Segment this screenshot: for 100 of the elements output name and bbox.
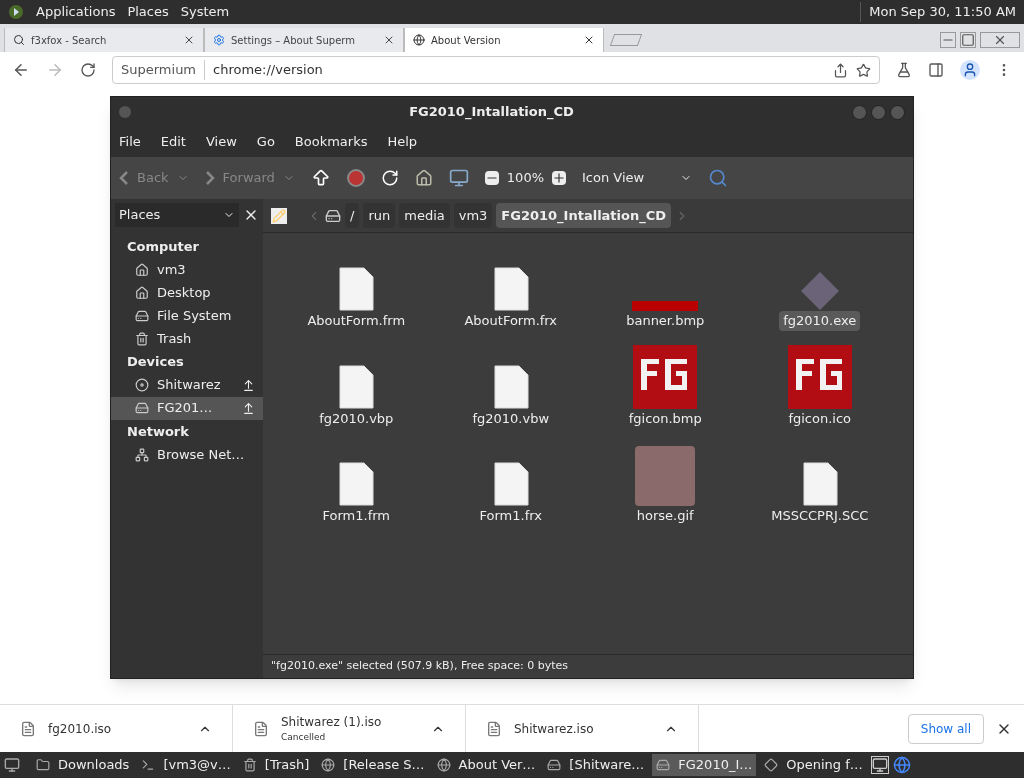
taskbar-button[interactable]: FG2010_I… — [652, 754, 757, 776]
clock: Mon Sep 30, 11:50 AM — [860, 2, 1016, 22]
file-name[interactable]: fgicon.bmp — [624, 408, 706, 428]
section-heading: Computer — [126, 237, 201, 256]
banner-thumbnail — [632, 301, 699, 311]
close-icon[interactable] — [980, 32, 1020, 48]
taskbar-button[interactable]: Opening f… — [760, 754, 867, 776]
side-panel-icon[interactable] — [928, 62, 944, 78]
share-icon[interactable] — [833, 62, 848, 78]
places-selector[interactable]: Places — [115, 203, 239, 227]
close-icon[interactable] — [383, 34, 395, 46]
file-name[interactable]: Form1.frx — [475, 506, 546, 526]
profile-icon[interactable] — [960, 60, 980, 80]
panel-menu[interactable]: Places — [127, 2, 169, 22]
place-icon — [135, 331, 149, 346]
edit-location-icon[interactable] — [271, 207, 287, 224]
place-label: Desktop — [157, 283, 212, 302]
panel-menu[interactable]: Applications — [36, 2, 116, 22]
file-name[interactable]: horse.gif — [632, 506, 698, 526]
site-name: Supermium — [121, 60, 206, 80]
home-icon[interactable] — [414, 169, 433, 187]
file-name[interactable]: MSSCCPRJ.SCC — [767, 506, 873, 526]
up-arrow-icon[interactable] — [310, 168, 331, 188]
tray-icon[interactable] — [892, 756, 911, 774]
file-name[interactable]: banner.bmp — [622, 311, 709, 331]
download-status: Cancelled — [281, 730, 327, 744]
taskbar-button[interactable]: Downloads — [32, 754, 134, 776]
taskbar-button[interactable]: About Ver… — [432, 754, 540, 776]
file-icon — [253, 720, 269, 737]
sidebar-item[interactable]: Desktop — [111, 281, 263, 304]
address-bar[interactable]: Supermium chrome://version — [112, 56, 880, 84]
menu-item[interactable]: Help — [387, 132, 418, 152]
path-button[interactable]: run — [363, 202, 396, 229]
document-icon — [338, 267, 375, 311]
task-icon — [656, 758, 671, 772]
place-icon — [135, 262, 149, 277]
file-name[interactable]: Form1.frm — [318, 506, 394, 526]
zoom-level: 100% — [506, 169, 544, 188]
path-button[interactable]: vm3 — [453, 202, 493, 229]
computer-icon[interactable] — [448, 168, 469, 188]
flask-icon[interactable] — [896, 62, 912, 78]
globe-icon — [413, 34, 425, 46]
path-button[interactable]: FG2010_Intallation_CD — [496, 202, 672, 229]
browser-tab[interactable]: Settings – About Superm — [204, 28, 404, 52]
file-name[interactable]: fg2010.vbp — [315, 408, 398, 428]
place-label: Browse Net… — [157, 445, 246, 464]
eject-icon[interactable] — [242, 378, 255, 392]
show-all-button[interactable]: Show all — [907, 713, 984, 744]
reload-icon[interactable] — [80, 62, 96, 78]
eject-icon[interactable] — [242, 401, 255, 415]
document-icon — [338, 364, 375, 409]
menu-item[interactable]: Go — [256, 132, 275, 152]
menu-item[interactable]: Bookmarks — [294, 132, 368, 152]
file-name[interactable]: fg2010.vbw — [468, 408, 554, 428]
reload-icon[interactable] — [380, 169, 399, 187]
taskbar-button[interactable]: [vm3@v… — [137, 754, 235, 776]
sidebar-item[interactable]: File System — [111, 304, 263, 327]
search-icon[interactable] — [708, 168, 728, 188]
close-icon[interactable] — [583, 34, 595, 46]
file-name[interactable]: AboutForm.frx — [460, 311, 562, 331]
file-name[interactable]: AboutForm.frm — [303, 311, 410, 331]
task-icon — [764, 758, 779, 772]
zoom-in-icon[interactable] — [552, 171, 566, 185]
place-icon — [135, 285, 149, 300]
file-name[interactable]: fgicon.ico — [784, 408, 856, 428]
place-label: Trash — [157, 329, 193, 348]
view-selector[interactable]: Icon View — [582, 168, 692, 188]
tab-title: About Version — [431, 33, 502, 48]
close-icon[interactable] — [183, 34, 195, 46]
stop-icon[interactable] — [346, 169, 365, 187]
sidebar-item[interactable]: vm3 — [111, 258, 263, 281]
maximize-icon[interactable] — [960, 32, 976, 48]
gear-icon — [213, 34, 225, 46]
taskbar-button[interactable]: [Trash] — [238, 754, 314, 776]
taskbar-button[interactable]: [Shitware… — [543, 754, 649, 776]
sidebar-item[interactable]: Shitwarez — [111, 373, 263, 397]
browser-tab[interactable]: f3xfox - Search — [4, 28, 204, 52]
tray-icon[interactable] — [870, 756, 889, 774]
sidebar-item[interactable]: FG201… — [111, 396, 263, 420]
menu-item[interactable]: File — [119, 132, 141, 152]
tab-title: Settings – About Superm — [231, 33, 356, 48]
panel-menu[interactable]: System — [180, 2, 230, 22]
place-label: FG201… — [157, 399, 214, 418]
menu-item[interactable]: Edit — [160, 132, 186, 152]
fg-logo-icon — [787, 344, 852, 409]
taskbar-button[interactable]: [Release S… — [317, 754, 429, 776]
sidebar-item[interactable]: Trash — [111, 327, 263, 350]
show-desktop-icon[interactable] — [4, 757, 20, 773]
browser-tab[interactable]: About Version — [404, 28, 604, 52]
back-icon[interactable] — [12, 61, 30, 79]
menu-item[interactable]: View — [205, 132, 237, 152]
document-icon — [492, 364, 529, 409]
path-button[interactable]: / — [345, 202, 360, 229]
file-name[interactable]: fg2010.exe — [779, 311, 861, 331]
sidebar-item[interactable]: Browse Net… — [111, 443, 263, 466]
forward-icon — [204, 171, 215, 185]
drive-icon[interactable] — [325, 207, 341, 224]
path-button[interactable]: media — [399, 202, 450, 229]
star-icon[interactable] — [856, 62, 871, 78]
zoom-out-icon[interactable] — [484, 171, 499, 185]
